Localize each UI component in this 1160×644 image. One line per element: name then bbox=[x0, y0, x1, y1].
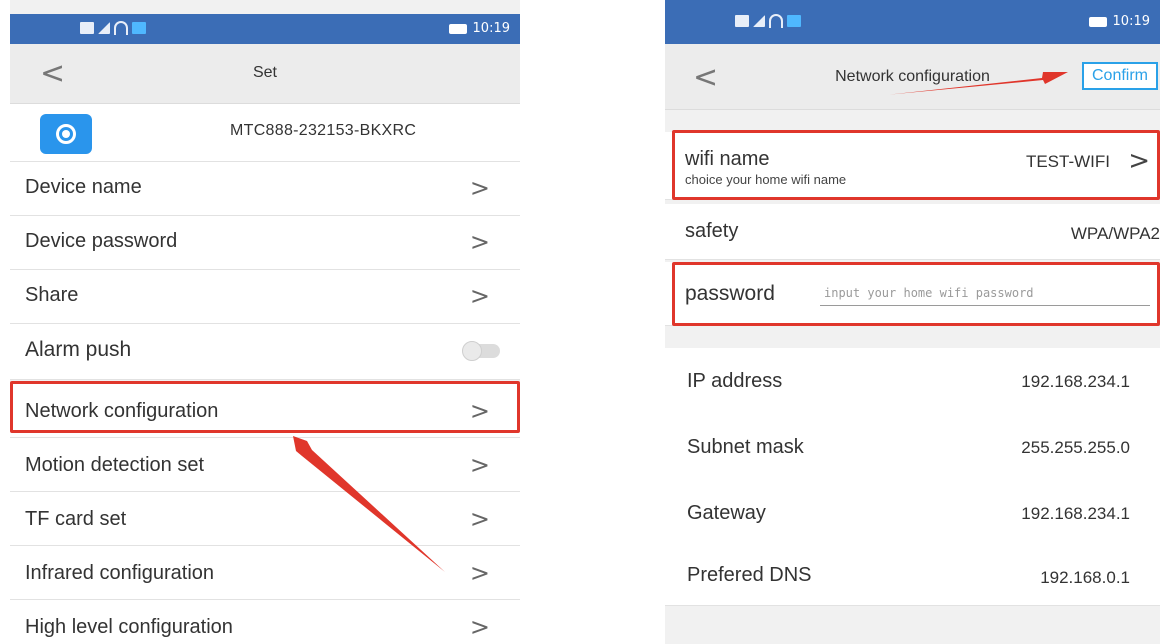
chevron-right-icon: > bbox=[1128, 146, 1150, 176]
navbar: < Set bbox=[10, 44, 520, 104]
info-value: 192.168.234.1 bbox=[1021, 372, 1130, 391]
status-time: 10:19 bbox=[1112, 14, 1150, 29]
app-notification-icon bbox=[132, 22, 146, 34]
network-configuration-screen: 10:19 < Network configuration Confirm wi… bbox=[665, 0, 1160, 644]
menu-item-device-password[interactable]: Device password > bbox=[10, 216, 520, 270]
wifi-icon bbox=[114, 21, 128, 35]
message-icon bbox=[80, 22, 94, 34]
menu-item-device-name[interactable]: Device name > bbox=[10, 162, 520, 216]
menu-item-infrared-configuration[interactable]: Infrared configuration > bbox=[10, 546, 520, 600]
settings-screen: 10:19 < Set MTC888-232153-BKXRC Device n… bbox=[10, 0, 520, 644]
menu-item-alarm-push: Alarm push bbox=[10, 324, 520, 380]
info-row-ip-address: IP address 192.168.234.1 bbox=[665, 348, 1160, 412]
network-info-panel: IP address 192.168.234.1 Subnet mask 255… bbox=[665, 348, 1160, 606]
info-label: Subnet mask bbox=[687, 436, 804, 458]
password-label: password bbox=[685, 282, 775, 305]
safety-value: WPA/WPA2 bbox=[1070, 224, 1160, 243]
chevron-right-icon: > bbox=[469, 613, 490, 641]
menu-item-label: High level configuration bbox=[25, 616, 233, 638]
safety-label: safety bbox=[685, 220, 739, 242]
safety-row: safety WPA/WPA2 bbox=[665, 204, 1160, 260]
menu-item-tf-card-set[interactable]: TF card set > bbox=[10, 492, 520, 546]
menu-item-share[interactable]: Share > bbox=[10, 270, 520, 324]
status-icons bbox=[80, 21, 146, 35]
wifi-name-row[interactable]: wifi name TEST-WIFI > choice your home w… bbox=[665, 132, 1160, 200]
camera-icon bbox=[40, 114, 92, 154]
menu-item-label: Alarm push bbox=[25, 338, 132, 361]
info-label: IP address bbox=[687, 370, 783, 392]
confirm-button[interactable]: Confirm bbox=[1081, 62, 1158, 90]
device-id: MTC888-232153-BKXRC bbox=[230, 122, 417, 139]
info-value: 192.168.234.1 bbox=[1021, 504, 1130, 523]
menu-item-label: TF card set bbox=[25, 508, 127, 530]
menu-item-label: Device name bbox=[25, 176, 142, 198]
info-row-prefered-dns: Prefered DNS 192.168.0.1 bbox=[665, 542, 1160, 606]
status-time: 10:19 bbox=[472, 21, 510, 36]
status-bar: 10:19 bbox=[10, 14, 520, 44]
message-icon bbox=[735, 15, 749, 27]
page-title: Set bbox=[252, 64, 277, 81]
menu-item-label: Infrared configuration bbox=[25, 562, 215, 584]
info-label: Prefered DNS bbox=[687, 564, 812, 586]
password-input[interactable] bbox=[820, 280, 1150, 306]
chevron-right-icon: > bbox=[469, 228, 490, 256]
wifi-name-label: wifi name bbox=[685, 148, 770, 170]
info-value: 255.255.255.0 bbox=[1021, 438, 1130, 457]
menu-item-label: Motion detection set bbox=[25, 454, 204, 476]
wifi-name-value: TEST-WIFI bbox=[1025, 152, 1110, 171]
menu-item-label: Device password bbox=[25, 230, 178, 252]
menu-item-label: Network configuration bbox=[25, 400, 219, 422]
status-icons bbox=[735, 14, 801, 28]
chevron-right-icon: > bbox=[469, 451, 490, 479]
app-notification-icon bbox=[787, 15, 801, 27]
battery-icon bbox=[448, 23, 467, 34]
menu-item-high-level-configuration[interactable]: High level configuration > bbox=[10, 600, 520, 644]
battery-icon bbox=[1088, 16, 1107, 27]
status-bar: 10:19 bbox=[665, 0, 1160, 44]
device-header[interactable]: MTC888-232153-BKXRC bbox=[10, 104, 520, 162]
chevron-right-icon: > bbox=[469, 559, 490, 587]
chevron-right-icon: > bbox=[469, 174, 490, 202]
signal-icon bbox=[753, 15, 765, 27]
chevron-right-icon: > bbox=[469, 282, 490, 310]
navbar: < Network configuration Confirm bbox=[665, 44, 1160, 110]
info-value: 192.168.0.1 bbox=[1040, 568, 1130, 587]
wifi-icon bbox=[769, 14, 783, 28]
chevron-right-icon: > bbox=[469, 397, 490, 425]
menu-item-network-configuration[interactable]: Network configuration > bbox=[10, 384, 520, 438]
info-label: Gateway bbox=[687, 502, 766, 524]
chevron-right-icon: > bbox=[469, 505, 490, 533]
password-row: password bbox=[665, 262, 1160, 326]
wifi-name-hint: choice your home wifi name bbox=[685, 172, 847, 187]
info-row-subnet-mask: Subnet mask 255.255.255.0 bbox=[665, 412, 1160, 476]
menu-item-motion-detection-set[interactable]: Motion detection set > bbox=[10, 438, 520, 492]
menu-item-label: Share bbox=[25, 284, 79, 306]
signal-icon bbox=[98, 22, 110, 34]
alarm-push-toggle[interactable] bbox=[462, 341, 500, 361]
info-row-gateway: Gateway 192.168.234.1 bbox=[665, 478, 1160, 542]
